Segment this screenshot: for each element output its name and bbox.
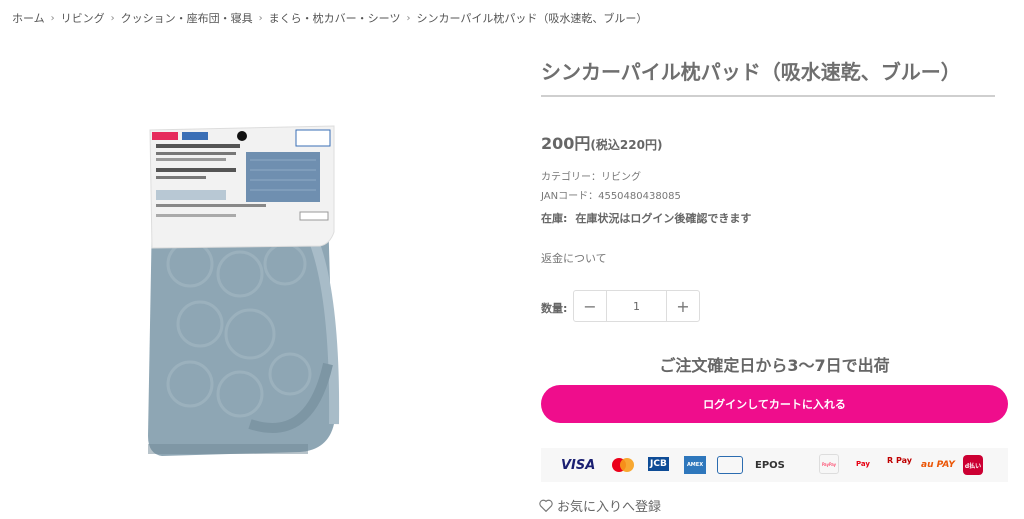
au-pay-logo: au PAY — [921, 460, 955, 470]
stock-value: 在庫状況はログイン後確認できます — [575, 212, 752, 225]
minus-button[interactable]: − — [574, 291, 607, 321]
product-title: シンカーパイル枕パッド（吸水速乾、ブルー） — [541, 60, 961, 84]
chevron-right-icon: › — [50, 12, 55, 24]
amex-logo: AMEX — [684, 456, 706, 474]
breadcrumb-current: シンカーパイル枕パッド（吸水速乾、ブルー） — [416, 12, 648, 25]
chevron-right-icon: › — [110, 12, 115, 24]
refund-link[interactable]: 返金について — [541, 250, 607, 266]
rakuten-pay-logo: R Pay — [887, 456, 912, 465]
paypay-logo: PayPay — [819, 454, 839, 474]
epos-logo: EPOS — [755, 459, 785, 471]
title-divider — [541, 95, 995, 97]
diners-logo — [717, 456, 743, 474]
product-photo — [148, 125, 340, 456]
mastercard-logo — [612, 458, 634, 472]
quantity-input[interactable]: 1 — [607, 291, 666, 321]
favorite-button[interactable]: お気に入りへ登録 — [539, 496, 661, 515]
shipping-notice: ご注文確定日から3〜7日で出荷 — [659, 356, 890, 375]
product-jan: JANコード：4550480438085 — [541, 191, 681, 202]
breadcrumb-pillow[interactable]: まくら・枕カバー・シーツ — [269, 10, 401, 26]
merpay-logo: Pay — [855, 460, 870, 468]
jcb-logo: JCB — [648, 457, 669, 471]
breadcrumb-cushion[interactable]: クッション・座布団・寝具 — [121, 10, 253, 26]
add-to-cart-button[interactable]: ログインしてカートに入れる — [541, 385, 1008, 423]
payment-methods: VISA JCB AMEX EPOS PayPay Pay R Pay au P… — [541, 448, 1008, 482]
price-value: 200円 — [541, 134, 591, 153]
chevron-right-icon: › — [406, 12, 411, 24]
breadcrumb: ホーム › リビング › クッション・座布団・寝具 › まくら・枕カバー・シーツ… — [12, 10, 647, 26]
d-barai-logo: d払い — [963, 455, 983, 475]
quantity-stepper: − 1 + — [573, 290, 700, 322]
favorite-label: お気に入りへ登録 — [557, 500, 662, 515]
stock-status: 在庫: 在庫状況はログイン後確認できます — [541, 210, 751, 226]
product-image[interactable] — [100, 64, 390, 504]
heart-icon — [539, 499, 553, 512]
visa-logo: VISA — [561, 457, 596, 473]
price-tax: (税込220円) — [590, 138, 663, 152]
quantity-label: 数量: — [541, 302, 568, 315]
stock-label: 在庫: — [541, 212, 568, 225]
breadcrumb-living[interactable]: リビング — [61, 10, 105, 26]
product-category: カテゴリー：リビング — [541, 172, 641, 183]
product-price: 200円(税込220円) — [541, 130, 662, 154]
breadcrumb-home[interactable]: ホーム — [12, 10, 45, 26]
plus-button[interactable]: + — [666, 291, 699, 321]
chevron-right-icon: › — [258, 12, 263, 24]
